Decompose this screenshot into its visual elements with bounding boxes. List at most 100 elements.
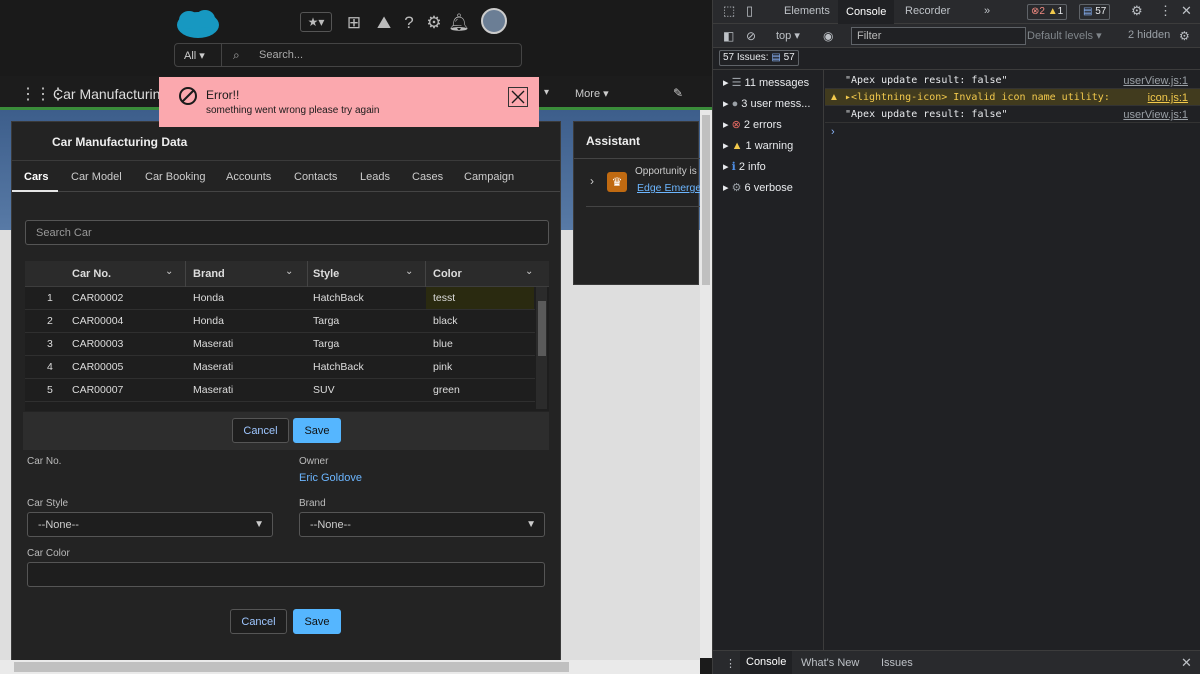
sidebar-item-errors[interactable]: ▸ ⊗ 2 errors: [723, 118, 782, 131]
column-header-car-no[interactable]: Car No.: [72, 268, 111, 280]
issues-button[interactable]: 57 Issues: ▤ 57: [719, 50, 799, 66]
column-header-style[interactable]: Style: [313, 268, 339, 280]
kebab-menu-icon[interactable]: ⋮: [1159, 3, 1172, 19]
source-link[interactable]: icon.js:1: [1148, 92, 1188, 104]
column-divider[interactable]: [185, 261, 186, 287]
table-cell-brand[interactable]: Honda: [193, 315, 224, 327]
favorites-star-icon[interactable]: ★▾: [300, 12, 332, 32]
column-header-color[interactable]: Color: [433, 268, 462, 280]
close-icon[interactable]: [508, 87, 528, 107]
console-prompt[interactable]: ›: [831, 126, 835, 138]
page-vertical-scroll-thumb[interactable]: [702, 115, 710, 285]
message-count-badge[interactable]: ▤ 57: [1079, 4, 1111, 20]
table-cell-style[interactable]: HatchBack: [313, 292, 364, 304]
filter-input[interactable]: Filter: [851, 27, 1026, 45]
avatar[interactable]: [481, 8, 507, 34]
column-divider[interactable]: [425, 261, 426, 287]
inspect-icon[interactable]: ⬚: [723, 3, 735, 19]
car-style-select[interactable]: --None-- ▼: [27, 512, 273, 537]
nav-more-menu[interactable]: More ▾: [575, 87, 609, 100]
table-cell-brand[interactable]: Maserati: [193, 384, 233, 396]
table-cell-brand[interactable]: Maserati: [193, 361, 233, 373]
chevron-down-icon[interactable]: ▾: [544, 87, 549, 98]
table-row[interactable]: 3 CAR00003 Maserati Targa blue: [25, 333, 535, 356]
tab-car-model[interactable]: Car Model: [71, 171, 122, 183]
chevron-down-icon[interactable]: ⌄: [405, 266, 413, 277]
table-cell-style[interactable]: Targa: [313, 315, 339, 327]
tab-recorder[interactable]: Recorder: [905, 5, 950, 17]
gear-icon[interactable]: ⚙: [423, 12, 445, 34]
clear-console-icon[interactable]: ⊘: [746, 29, 756, 43]
chevron-down-icon[interactable]: ⌄: [165, 266, 173, 277]
tab-accounts[interactable]: Accounts: [226, 171, 271, 183]
tab-contacts[interactable]: Contacts: [294, 171, 337, 183]
sidebar-item-warnings[interactable]: ▸ ▲ 1 warning: [723, 139, 793, 152]
table-cell-style[interactable]: SUV: [313, 384, 335, 396]
log-levels-select[interactable]: Default levels ▾: [1027, 29, 1102, 42]
table-cell-color[interactable]: pink: [433, 361, 452, 373]
plus-icon[interactable]: ⊞: [343, 12, 365, 34]
device-toggle-icon[interactable]: ▯: [746, 3, 753, 19]
sidebar-toggle-icon[interactable]: ◧: [723, 29, 734, 43]
table-cell-color[interactable]: tesst: [433, 292, 455, 304]
more-tabs-icon[interactable]: »: [984, 5, 990, 17]
eye-icon[interactable]: ◉: [823, 29, 833, 43]
drawer-tab-console[interactable]: Console: [740, 651, 793, 674]
chevron-right-icon[interactable]: ›: [590, 174, 594, 188]
gear-icon[interactable]: ⚙: [1179, 29, 1190, 43]
sidebar-item-verbose[interactable]: ▸ ⚙ 6 verbose: [723, 181, 793, 194]
table-scroll-thumb[interactable]: [538, 301, 546, 356]
column-divider[interactable]: [307, 261, 308, 287]
table-cell-style[interactable]: HatchBack: [313, 361, 364, 373]
column-header-brand[interactable]: Brand: [193, 268, 225, 280]
search-input[interactable]: Search...: [259, 49, 303, 61]
table-row[interactable]: 4 CAR00005 Maserati HatchBack pink: [25, 356, 535, 379]
table-cell-car[interactable]: CAR00002: [72, 292, 123, 304]
table-cell-car[interactable]: CAR00004: [72, 315, 123, 327]
owner-link[interactable]: Eric Goldove: [299, 472, 362, 484]
table-row[interactable]: 5 CAR00007 Maserati SUV green: [25, 379, 535, 402]
save-button[interactable]: Save: [293, 418, 341, 443]
bell-icon[interactable]: 🔔︎: [448, 12, 470, 34]
table-cell-brand[interactable]: Honda: [193, 292, 224, 304]
search-car-input[interactable]: Search Car: [25, 220, 549, 245]
table-cell-brand[interactable]: Maserati: [193, 338, 233, 350]
table-cell-color[interactable]: green: [433, 384, 460, 396]
global-search[interactable]: [174, 43, 522, 67]
source-link[interactable]: userView.js:1: [1123, 109, 1188, 121]
tab-campaign[interactable]: Campaign: [464, 171, 514, 183]
form-save-button[interactable]: Save: [293, 609, 341, 634]
drawer-tab-issues[interactable]: Issues: [881, 657, 913, 669]
table-cell-color[interactable]: black: [433, 315, 458, 327]
table-row[interactable]: 2 CAR00004 Honda Targa black: [25, 310, 535, 333]
trailhead-icon[interactable]: ⛰: [373, 12, 395, 34]
assistant-item-link[interactable]: Edge Emerge: [637, 182, 701, 194]
sidebar-item-messages[interactable]: ▸ ☰ 11 messages: [723, 76, 809, 89]
gear-icon[interactable]: ⚙: [1131, 3, 1143, 19]
chevron-down-icon[interactable]: ⌄: [525, 266, 533, 277]
drawer-menu-icon[interactable]: ⋮: [725, 657, 736, 670]
tab-console[interactable]: Console: [838, 0, 895, 24]
tab-cases[interactable]: Cases: [412, 171, 443, 183]
drawer-tab-whats-new[interactable]: What's New: [801, 657, 859, 669]
context-select[interactable]: top ▾: [776, 29, 800, 42]
search-scope-select[interactable]: All ▾: [174, 43, 222, 67]
close-icon[interactable]: ✕: [1181, 655, 1192, 671]
tab-cars[interactable]: Cars: [24, 171, 48, 183]
table-cell-color[interactable]: blue: [433, 338, 453, 350]
brand-select[interactable]: --None-- ▼: [299, 512, 545, 537]
table-cell-style[interactable]: Targa: [313, 338, 339, 350]
tab-elements[interactable]: Elements: [784, 5, 830, 17]
pencil-icon[interactable]: ✎: [673, 86, 683, 100]
form-cancel-button[interactable]: Cancel: [230, 609, 287, 634]
sidebar-item-info[interactable]: ▸ ℹ 2 info: [723, 160, 766, 173]
table-cell-car[interactable]: CAR00007: [72, 384, 123, 396]
table-row[interactable]: 1 CAR00002 Honda HatchBack tesst: [25, 287, 535, 310]
table-cell-car[interactable]: CAR00003: [72, 338, 123, 350]
sidebar-item-user-messages[interactable]: ▸ ● 3 user mess...: [723, 97, 810, 110]
help-icon[interactable]: ?: [398, 12, 420, 34]
error-count-badge[interactable]: ⊗2 ▲1: [1027, 4, 1068, 20]
cancel-button[interactable]: Cancel: [232, 418, 289, 443]
tab-car-booking[interactable]: Car Booking: [145, 171, 206, 183]
tab-leads[interactable]: Leads: [360, 171, 390, 183]
